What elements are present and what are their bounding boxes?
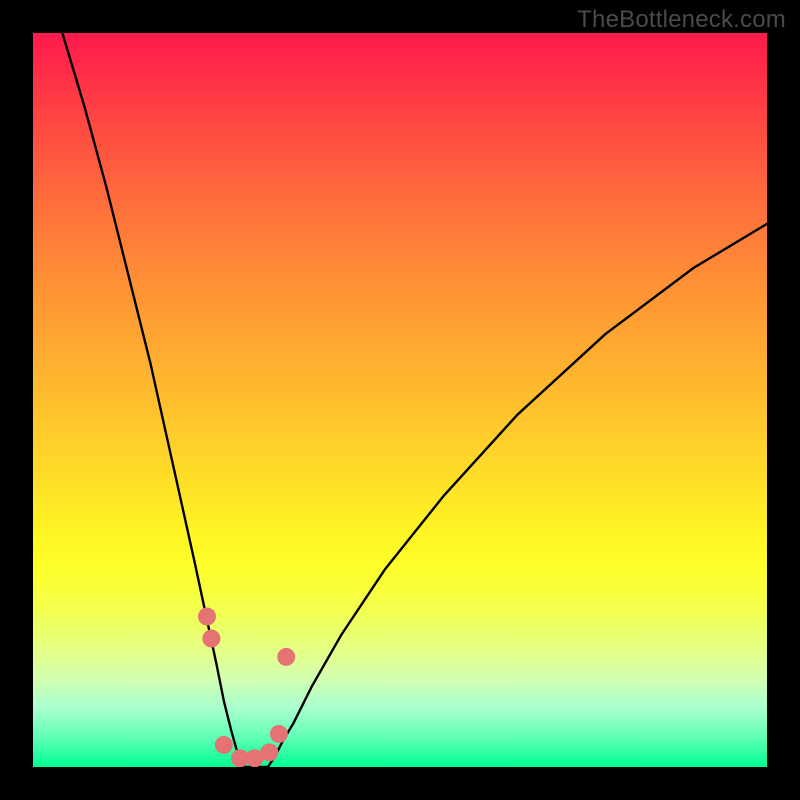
plot-area	[33, 33, 767, 767]
data-marker	[198, 608, 216, 626]
chart-svg	[33, 33, 767, 767]
data-marker	[277, 648, 295, 666]
data-marker	[202, 630, 220, 648]
data-marker	[270, 725, 288, 743]
data-marker	[215, 736, 233, 754]
bottleneck-curve	[62, 33, 767, 767]
watermark-text: TheBottleneck.com	[577, 6, 786, 34]
data-marker	[260, 743, 278, 761]
